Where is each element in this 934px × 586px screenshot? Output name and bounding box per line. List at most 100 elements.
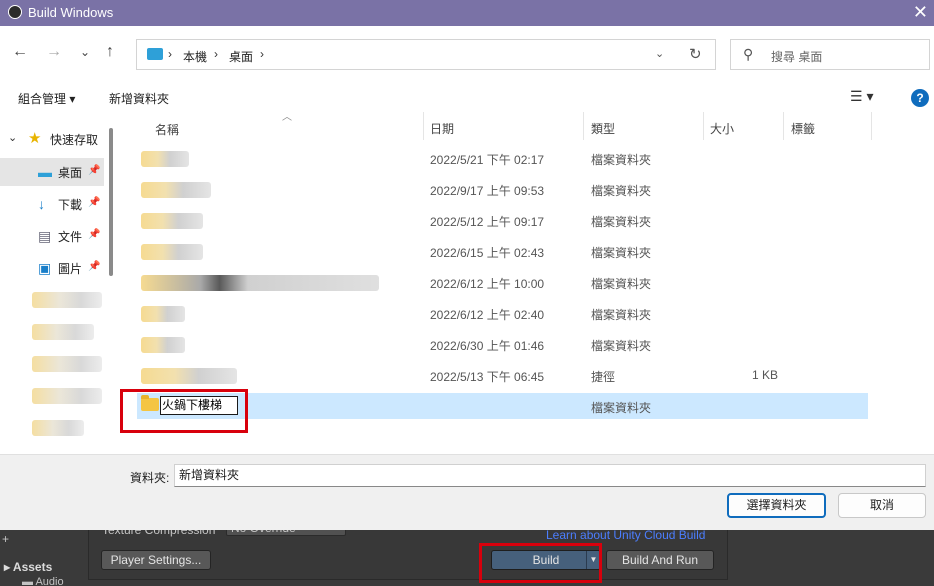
file-dialog: Build Windows ✕ ← → ⌄ ↑ › 本機 › 桌面 › ⌄ ↻ … [0, 0, 934, 530]
back-arrow-icon[interactable]: ← [12, 43, 28, 61]
unity-plus-icon[interactable]: + [2, 532, 9, 546]
view-options-icon[interactable]: ☰ ▾ [850, 88, 873, 105]
column-tags[interactable]: 標籤 [791, 120, 815, 148]
audio-label: Audio [35, 576, 64, 586]
blurred-file-name [141, 368, 237, 384]
column-divider[interactable] [783, 112, 784, 140]
column-divider[interactable] [423, 112, 424, 140]
sidebar-item-label: 文件 [58, 230, 83, 244]
folder-name-input[interactable]: 新增資料夾 [174, 464, 926, 487]
navigation-pane: ⌄ ★ 快速存取 ▬ 桌面 📌 ↓ 下載 📌 ▤ 文件 📌 ▣ 圖片 📌 [0, 112, 104, 454]
file-row[interactable]: 2022/6/12 上午 10:00 檔案資料夾 [137, 269, 868, 295]
file-row[interactable]: 2022/9/17 上午 09:53 檔案資料夾 [137, 176, 868, 202]
file-type: 檔案資料夾 [591, 401, 652, 415]
column-divider[interactable] [871, 112, 872, 140]
select-folder-button[interactable]: 選擇資料夾 [727, 493, 826, 518]
column-divider[interactable] [583, 112, 584, 140]
file-date: 2022/9/17 上午 09:53 [430, 184, 545, 198]
folder-label: 資料夾: [130, 471, 170, 485]
blurred-nav-item[interactable] [32, 420, 84, 436]
audio-folder[interactable]: ▬ Audio [22, 576, 64, 586]
file-row[interactable]: 2022/5/12 上午 09:17 檔案資料夾 [137, 207, 868, 233]
refresh-icon[interactable]: ↻ [689, 45, 702, 63]
chevron-right-icon[interactable]: › [168, 47, 172, 61]
file-type: 檔案資料夾 [591, 339, 652, 353]
blurred-file-name [141, 244, 203, 260]
file-list-scrollbar[interactable] [926, 112, 934, 454]
pin-icon: 📌 [88, 261, 101, 272]
blurred-nav-item[interactable] [32, 292, 102, 308]
file-date: 2022/5/21 下午 02:17 [430, 153, 545, 167]
player-settings-button[interactable]: Player Settings... [101, 550, 211, 570]
star-icon: ★ [28, 130, 42, 147]
help-icon[interactable]: ? [911, 89, 929, 107]
up-arrow-icon[interactable]: ↑ [106, 43, 114, 61]
chevron-right-icon[interactable]: › [214, 47, 218, 61]
download-icon: ↓ [38, 196, 45, 212]
chevron-down-icon[interactable]: ⌄ [655, 47, 664, 60]
picture-icon: ▣ [38, 260, 52, 276]
breadcrumb-this-pc[interactable]: 本機 [183, 48, 207, 65]
chevron-right-icon[interactable]: › [260, 47, 264, 61]
sidebar-item-label: 下載 [58, 198, 83, 212]
file-type: 檔案資料夾 [591, 246, 652, 260]
quick-access[interactable]: ⌄ ★ 快速存取 [0, 128, 104, 152]
file-type: 捷徑 [591, 370, 616, 384]
column-type[interactable]: 類型 [591, 120, 615, 148]
pin-icon: 📌 [88, 197, 101, 208]
blurred-nav-item[interactable] [32, 356, 102, 372]
sidebar-item-documents[interactable]: ▤ 文件 📌 [0, 222, 104, 250]
blurred-file-name [141, 337, 185, 353]
assets-label: Assets [12, 560, 53, 574]
forward-arrow-icon[interactable]: → [46, 43, 62, 61]
blurred-file-name [141, 151, 189, 167]
address-bar[interactable]: › 本機 › 桌面 › ⌄ ↻ [136, 39, 716, 70]
file-row[interactable]: 2022/6/15 上午 02:43 檔案資料夾 [137, 238, 868, 264]
document-icon: ▤ [38, 228, 52, 244]
navigation-scrollbar[interactable] [109, 128, 113, 276]
file-date: 2022/5/12 上午 09:17 [430, 215, 545, 229]
sidebar-item-pictures[interactable]: ▣ 圖片 📌 [0, 254, 104, 282]
search-box[interactable]: ⚲ 搜尋 桌面 [730, 39, 930, 70]
file-date: 2022/6/30 上午 01:46 [430, 339, 545, 353]
file-row[interactable]: 2022/6/12 上午 02:40 檔案資料夾 [137, 300, 868, 326]
search-placeholder: 搜尋 桌面 [771, 50, 823, 64]
computer-icon [147, 48, 163, 60]
blurred-nav-item[interactable] [32, 388, 102, 404]
file-row[interactable]: 2022/6/30 上午 01:46 檔案資料夾 [137, 331, 868, 357]
sort-ascending-icon: ︿ [282, 112, 292, 123]
column-date[interactable]: 日期 [430, 120, 454, 148]
chevron-down-icon[interactable]: ⌄ [8, 131, 17, 144]
file-row[interactable]: 2022/5/13 下午 06:45 捷徑 1 KB [137, 362, 868, 388]
file-type: 檔案資料夾 [591, 277, 652, 291]
file-size: 1 KB [752, 368, 779, 382]
file-date: 2022/6/12 上午 10:00 [430, 277, 545, 291]
cloud-build-link[interactable]: Learn about Unity Cloud Build [546, 528, 705, 542]
rename-highlight-box [120, 389, 248, 433]
column-divider[interactable] [703, 112, 704, 140]
file-row[interactable]: 2022/5/21 下午 02:17 檔案資料夾 [137, 145, 868, 171]
blurred-nav-item[interactable] [32, 324, 94, 340]
sidebar-item-desktop[interactable]: ▬ 桌面 📌 [0, 158, 104, 186]
organize-menu[interactable]: 組合管理 ▾ [18, 90, 75, 107]
sidebar-item-downloads[interactable]: ↓ 下載 📌 [0, 190, 104, 218]
command-bar: 組合管理 ▾ 新增資料夾 ☰ ▾ ? [0, 84, 934, 112]
quick-access-label: 快速存取 [50, 133, 99, 147]
assets-folder[interactable]: ▸ Assets [4, 560, 52, 574]
pin-icon: 📌 [88, 229, 101, 240]
recent-locations-icon[interactable]: ⌄ [80, 45, 90, 59]
breadcrumb-desktop[interactable]: 桌面 [229, 48, 253, 65]
build-and-run-button[interactable]: Build And Run [606, 550, 714, 570]
cancel-button[interactable]: 取消 [838, 493, 926, 518]
desktop-icon: ▬ [38, 164, 52, 180]
new-folder-button[interactable]: 新增資料夾 [109, 90, 169, 107]
navigation-bar: ← → ⌄ ↑ › 本機 › 桌面 › ⌄ ↻ ⚲ 搜尋 桌面 [0, 26, 934, 84]
title-bar: Build Windows ✕ [0, 0, 934, 26]
file-type: 檔案資料夾 [591, 184, 652, 198]
close-icon[interactable]: ✕ [913, 2, 928, 23]
column-size[interactable]: 大小 [710, 120, 734, 148]
build-highlight-box [479, 543, 602, 583]
blurred-file-name [141, 213, 203, 229]
file-date: 2022/6/15 上午 02:43 [430, 246, 545, 260]
window-title: Build Windows [28, 5, 114, 20]
